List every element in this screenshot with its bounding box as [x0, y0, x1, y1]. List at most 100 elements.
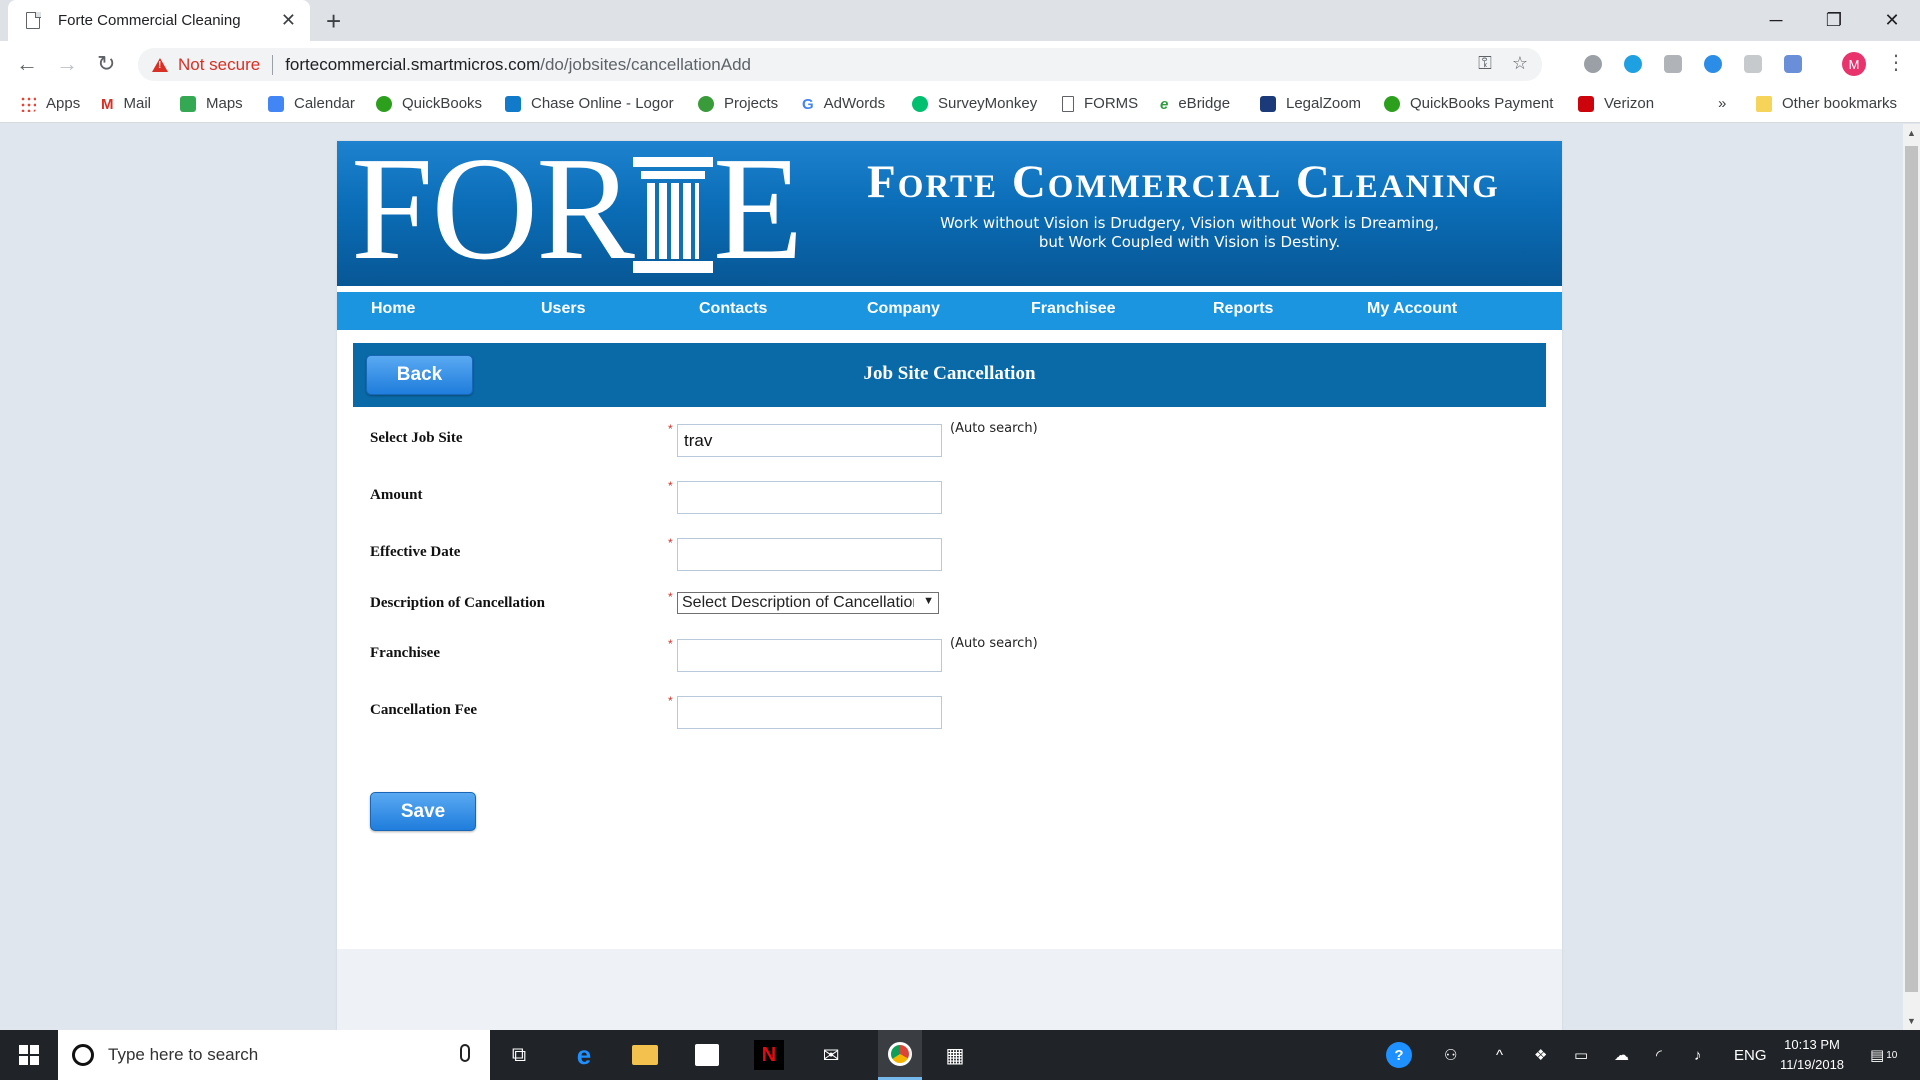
extension-circle-icon[interactable]	[1584, 55, 1602, 73]
auto-search-hint: (Auto search)	[950, 636, 1038, 651]
bookmarks-bar: Apps M Mail Maps Calendar QuickBooks Cha…	[0, 87, 1920, 123]
calendar-icon	[268, 95, 284, 112]
file-explorer-icon[interactable]	[630, 1040, 660, 1070]
volume-icon[interactable]: ♪	[1694, 1030, 1702, 1080]
windows-logo-icon	[19, 1045, 39, 1065]
onedrive-tray-icon[interactable]: ☁	[1614, 1030, 1629, 1080]
bookmark-projects[interactable]: Projects	[698, 95, 778, 112]
legalzoom-icon	[1260, 95, 1276, 112]
chase-icon	[505, 95, 521, 112]
onedrive-icon[interactable]	[1704, 55, 1722, 73]
minimize-icon[interactable]: ─	[1748, 0, 1804, 41]
extension-notes-icon[interactable]	[1784, 55, 1802, 73]
close-tab-icon[interactable]: ✕	[281, 10, 296, 31]
bookmark-legalzoom[interactable]: LegalZoom	[1260, 95, 1361, 112]
bookmark-calendar[interactable]: Calendar	[268, 95, 355, 112]
description-select[interactable]: Select Description of Cancellation ▼	[677, 592, 939, 614]
back-button[interactable]: Back	[366, 355, 473, 395]
effective-date-input[interactable]	[677, 538, 942, 571]
show-hidden-icons[interactable]: ^	[1496, 1030, 1503, 1080]
calculator-icon[interactable]: ▦	[940, 1040, 970, 1070]
mail-icon[interactable]: ✉	[816, 1040, 846, 1070]
address-bar[interactable]: Not secure fortecommercial.smartmicros.c…	[138, 48, 1542, 81]
netflix-icon[interactable]: N	[754, 1040, 784, 1070]
page-viewport: FOR E Forte Commercial Cleaning Work with…	[0, 124, 1920, 1030]
amount-input[interactable]	[677, 481, 942, 514]
scroll-down-icon[interactable]: ▼	[1907, 1016, 1916, 1026]
battery-icon[interactable]: ▭	[1574, 1030, 1588, 1080]
microphone-icon[interactable]	[460, 1044, 470, 1062]
nav-my-account[interactable]: My Account	[1367, 292, 1457, 330]
nav-reports[interactable]: Reports	[1213, 292, 1273, 330]
people-icon[interactable]: ⚇	[1444, 1030, 1457, 1080]
close-window-icon[interactable]: ✕	[1864, 0, 1920, 41]
bookmark-adwords[interactable]: G AdWords	[802, 95, 885, 113]
taskbar-search[interactable]: Type here to search	[58, 1030, 490, 1080]
more-bookmarks-button[interactable]: »	[1718, 95, 1726, 112]
nav-users[interactable]: Users	[541, 292, 585, 330]
bookmark-quickbooks-payments[interactable]: QuickBooks Payment	[1384, 95, 1556, 112]
page-header-bar: Job Site Cancellation Back	[353, 343, 1546, 407]
scroll-up-icon[interactable]: ▲	[1907, 128, 1916, 138]
search-placeholder: Type here to search	[108, 1045, 259, 1064]
notifications-icon[interactable]: ▤ 10	[1870, 1030, 1897, 1080]
menu-icon[interactable]: ⋮	[1886, 50, 1906, 75]
maps-icon	[180, 95, 196, 112]
label-amount: Amount	[370, 487, 423, 503]
bookmark-maps[interactable]: Maps	[180, 95, 243, 112]
page-scrollbar[interactable]: ▲ ▼	[1903, 124, 1920, 1030]
nav-home[interactable]: Home	[371, 292, 415, 330]
bookmark-mail[interactable]: M Mail	[101, 95, 151, 113]
profile-avatar[interactable]: M	[1842, 52, 1866, 76]
help-icon[interactable]: ?	[1386, 1030, 1412, 1080]
forward-arrow-icon[interactable]: →	[56, 51, 78, 77]
start-button[interactable]	[0, 1030, 58, 1080]
auto-search-hint: (Auto search)	[950, 421, 1038, 436]
system-clock[interactable]: 10:13 PM 11/19/2018	[1762, 1035, 1862, 1075]
dropbox-icon[interactable]: ❖	[1534, 1030, 1547, 1080]
extension-cloud-icon[interactable]	[1624, 55, 1642, 73]
extension-g-icon[interactable]	[1664, 55, 1682, 73]
star-icon[interactable]: ☆	[1512, 53, 1528, 74]
company-name: Forte Commercial Cleaning	[867, 156, 1500, 208]
browser-tab[interactable]: Forte Commercial Cleaning ✕	[8, 0, 310, 41]
new-tab-icon[interactable]: +	[326, 6, 341, 37]
key-icon[interactable]: ⚿	[1478, 53, 1492, 74]
label-franchisee: Franchisee	[370, 645, 440, 661]
cancellation-fee-input[interactable]	[677, 696, 942, 729]
bookmark-verizon[interactable]: Verizon	[1578, 95, 1654, 112]
chrome-icon[interactable]	[878, 1030, 922, 1080]
label-job-site: Select Job Site	[370, 430, 463, 446]
bookmark-quickbooks[interactable]: QuickBooks	[376, 95, 482, 112]
save-button[interactable]: Save	[370, 792, 476, 831]
bookmark-surveymonkey[interactable]: SurveyMonkey	[912, 95, 1037, 112]
bookmark-chase[interactable]: Chase Online - Logor	[505, 95, 674, 112]
bookmark-ebridge[interactable]: e eBridge	[1160, 95, 1230, 113]
nav-contacts[interactable]: Contacts	[699, 292, 767, 330]
document-icon	[1062, 95, 1074, 112]
required-mark: *	[668, 479, 673, 493]
nav-franchisee[interactable]: Franchisee	[1031, 292, 1115, 330]
required-mark: *	[668, 637, 673, 651]
job-site-input[interactable]	[677, 424, 942, 457]
store-icon[interactable]	[692, 1040, 722, 1070]
gmail-icon: M	[101, 95, 114, 113]
bookmark-forms[interactable]: FORMS	[1062, 95, 1138, 112]
bookmark-apps[interactable]: Apps	[20, 95, 80, 112]
nav-company[interactable]: Company	[867, 292, 940, 330]
not-secure-label[interactable]: Not secure	[178, 55, 260, 75]
task-view-icon[interactable]: ⧉	[504, 1040, 534, 1070]
reload-icon[interactable]: ↻	[97, 51, 115, 77]
wifi-icon[interactable]: ◜	[1656, 1030, 1662, 1080]
restore-icon[interactable]: ❐	[1806, 0, 1862, 41]
required-mark: *	[668, 590, 673, 604]
scrollbar-thumb[interactable]	[1905, 146, 1918, 992]
franchisee-input[interactable]	[677, 639, 942, 672]
url-path: /do/jobsites/cancellationAdd	[540, 54, 751, 74]
edge-icon[interactable]: e	[569, 1040, 599, 1070]
back-arrow-icon[interactable]: ←	[16, 51, 38, 77]
extension-pdf-icon[interactable]	[1744, 55, 1762, 73]
row-job-site: Select Job Site * (Auto search)	[370, 421, 1270, 464]
required-mark: *	[668, 422, 673, 436]
other-bookmarks[interactable]: Other bookmarks	[1756, 95, 1897, 112]
